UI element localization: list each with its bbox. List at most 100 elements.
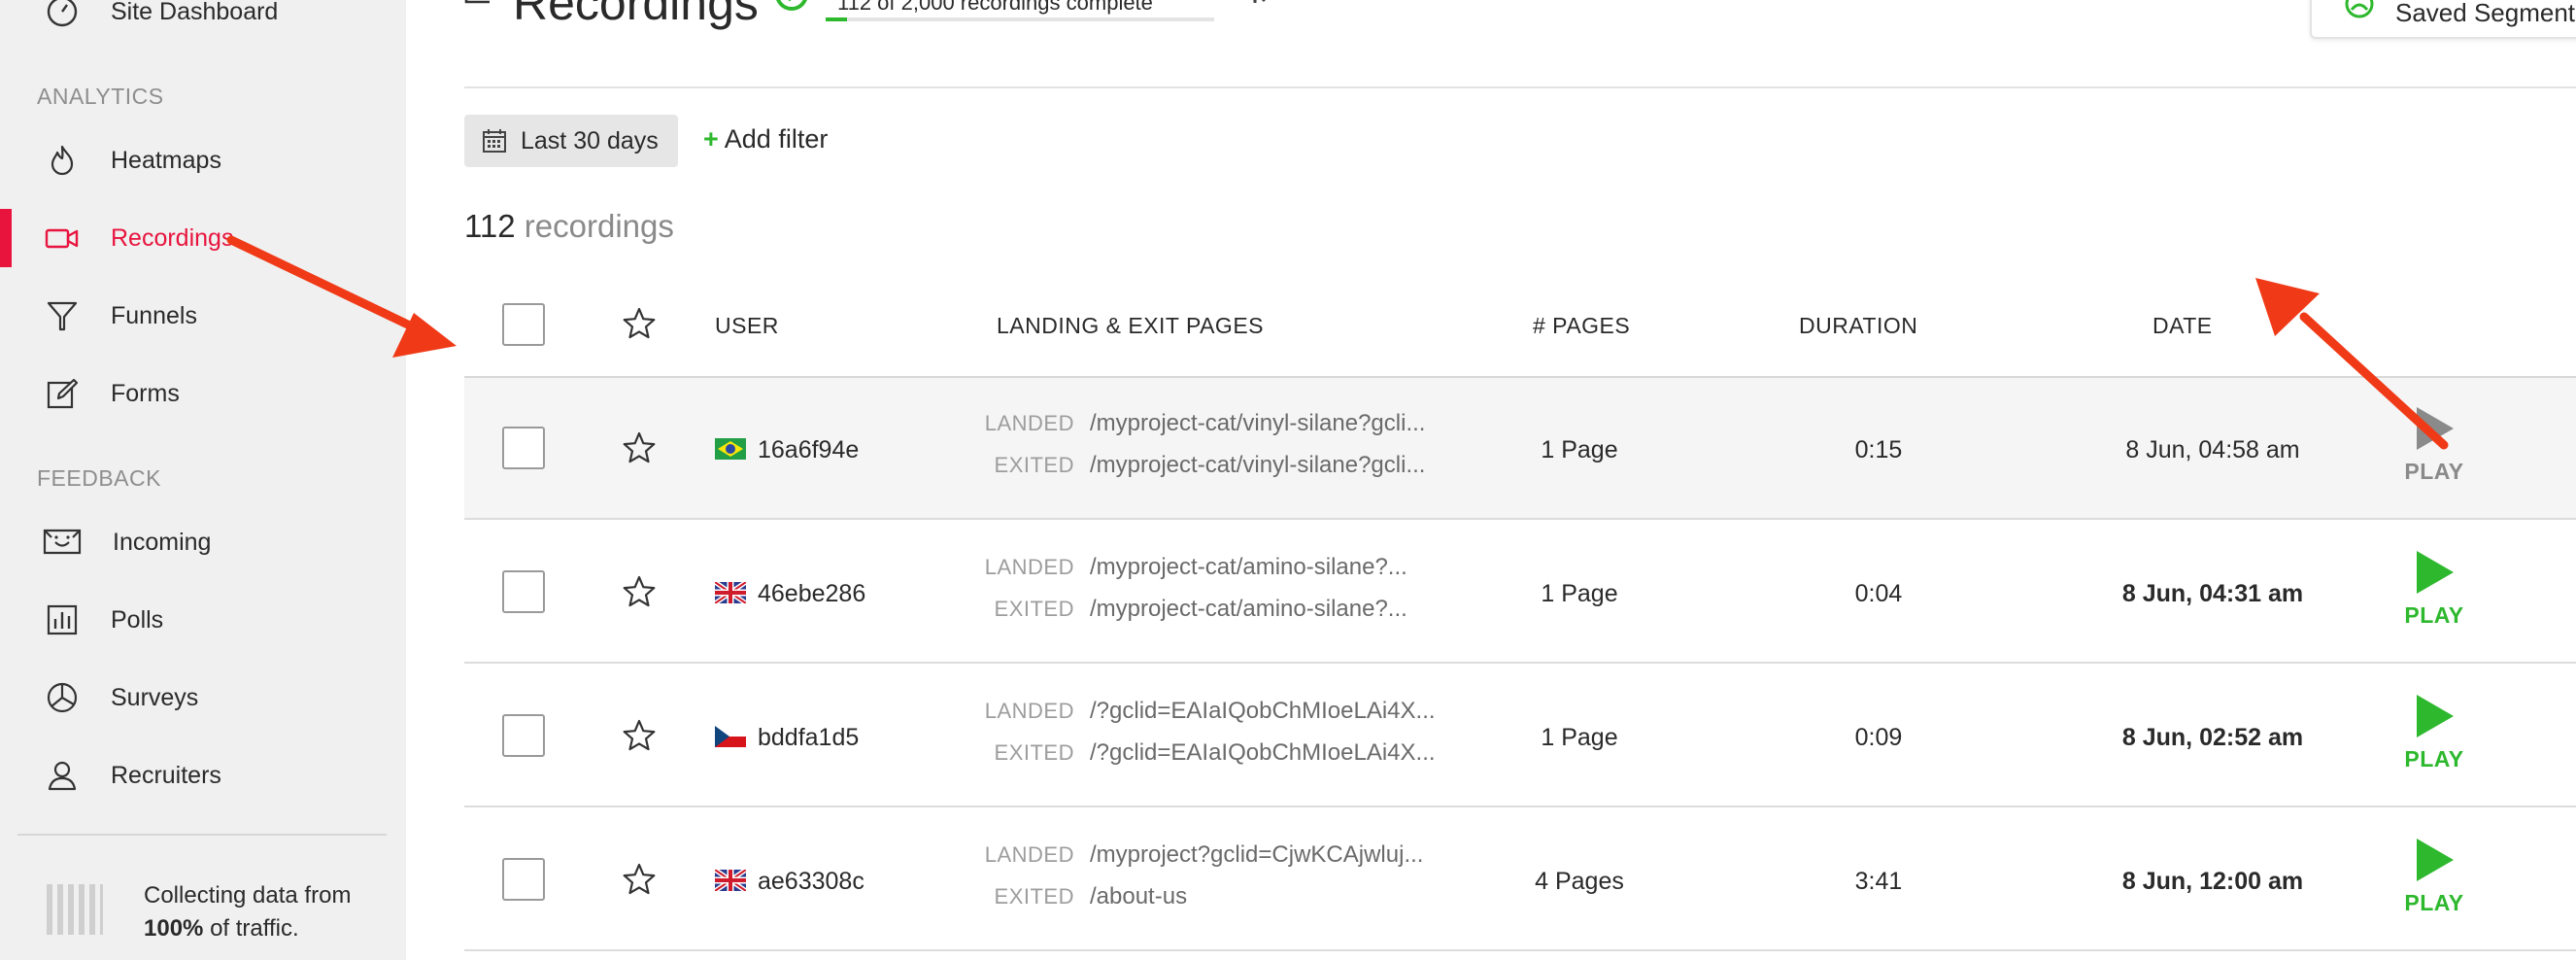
play-icon [2417, 839, 2454, 881]
landing-page-url[interactable]: /?gclid=EAIaIQobChMIoeLAi4X... [1090, 698, 1436, 725]
country-flag-icon [713, 867, 748, 894]
page-count: 1 Page [1541, 436, 1618, 463]
star-filter-icon[interactable] [622, 306, 657, 346]
sidebar-item-surveys[interactable]: Surveys [0, 669, 406, 727]
row-divider [464, 662, 2576, 664]
progress-fill [826, 17, 848, 21]
star-icon[interactable] [622, 430, 657, 470]
date-range-button[interactable]: Last 30 days [464, 115, 678, 167]
play-button[interactable]: PLAY [2395, 837, 2473, 916]
play-button[interactable]: PLAY [2395, 405, 2473, 485]
funnel-icon [43, 296, 82, 335]
landing-page-url[interactable]: /myproject-cat/vinyl-silane?gcli... [1090, 410, 1425, 437]
play-label: PLAY [2404, 602, 2464, 628]
sidebar-item-label: Polls [111, 605, 164, 634]
gear-icon[interactable] [1236, 0, 1274, 24]
sidebar-item-funnels[interactable]: Funnels [0, 287, 406, 345]
user-id: bddfa1d5 [758, 724, 860, 751]
column-header-user[interactable]: USER [715, 313, 779, 339]
recordings-count: 112 recordings [464, 208, 674, 245]
country-flag-icon [715, 726, 746, 747]
select-all-checkbox[interactable] [502, 303, 545, 346]
calendar-icon [482, 128, 507, 158]
column-header-page-count[interactable]: # PAGES [1533, 313, 1630, 339]
sidebar-item-heatmaps[interactable]: Heatmaps [0, 131, 406, 189]
column-header-duration[interactable]: DURATION [1799, 313, 1917, 339]
row-checkbox[interactable] [502, 570, 545, 613]
row-divider [464, 518, 2576, 520]
exit-page-url[interactable]: /?gclid=EAIaIQobChMIoeLAi4X... [1090, 739, 1436, 767]
row-checkbox[interactable] [502, 714, 545, 757]
star-icon[interactable] [622, 718, 657, 758]
country-flag-icon [713, 579, 748, 606]
saved-segments-label: Saved Segments [2395, 0, 2576, 27]
recording-date: 8 Jun, 04:58 am [2125, 436, 2300, 463]
landing-page-url[interactable]: /myproject-cat/amino-silane?... [1090, 554, 1407, 581]
section-title-feedback: FEEDBACK [37, 465, 161, 491]
duration: 0:15 [1854, 436, 1903, 463]
play-label: PLAY [2404, 890, 2464, 915]
row-divider [464, 949, 2576, 951]
exited-label: EXITED [994, 740, 1074, 765]
sidebar-item-label: Site Dashboard [111, 0, 279, 25]
landed-label: LANDED [984, 699, 1074, 723]
sidebar-item-label: Heatmaps [111, 146, 221, 174]
play-button[interactable]: PLAY [2395, 549, 2473, 629]
sidebar-item-label: Forms [111, 379, 180, 407]
bar-chart-icon [43, 600, 82, 639]
dashboard-icon [43, 0, 82, 31]
section-title-analytics: ANALYTICS [37, 84, 164, 109]
star-icon[interactable] [622, 862, 657, 902]
pie-chart-icon [43, 678, 82, 717]
recordings-progress-bar [826, 17, 1214, 21]
landed-label: LANDED [984, 842, 1074, 867]
header-divider [464, 86, 2576, 88]
exited-label: EXITED [994, 453, 1074, 477]
recording-date: 8 Jun, 04:31 am [2121, 580, 2304, 607]
sidebar-item-site-dashboard[interactable]: Site Dashboard [0, 0, 406, 41]
sidebar-item-label: Recordings [111, 223, 234, 252]
sidebar-item-recordings[interactable]: Recordings [0, 209, 406, 267]
landed-label: LANDED [984, 555, 1074, 579]
play-label: PLAY [2404, 746, 2464, 771]
collecting-data-text: Collecting data from 100% of traffic. [144, 882, 352, 942]
landing-page-url[interactable]: /myproject?gclid=CjwKCAjwluj... [1090, 841, 1423, 869]
segment-icon [2343, 0, 2376, 28]
row-checkbox[interactable] [502, 858, 545, 901]
exited-label: EXITED [994, 884, 1074, 909]
row-divider [464, 806, 2576, 807]
exit-page-url[interactable]: /about-us [1090, 883, 1187, 910]
table-row[interactable]: 16a6f94e LANDED/myproject-cat/vinyl-silan… [464, 378, 2576, 520]
star-icon[interactable] [622, 574, 657, 614]
sidebar-item-forms[interactable]: Forms [0, 364, 406, 423]
sidebar: Site Dashboard ANALYTICS Heatmaps Record… [0, 0, 406, 960]
table-row[interactable]: bddfa1d5 LANDED /?gclid=EAIaIQobChMIoeLAi4… [464, 666, 2576, 807]
row-checkbox[interactable] [502, 427, 545, 469]
add-filter-button[interactable]: + Add filter [703, 124, 828, 154]
user-id: 46ebe286 [758, 580, 866, 607]
play-button[interactable]: PLAY [2395, 693, 2473, 772]
exited-label: EXITED [994, 597, 1074, 621]
recordings-count-number: 112 [464, 208, 516, 244]
play-icon [2417, 407, 2454, 450]
exit-page-url[interactable]: /myproject-cat/amino-silane?... [1090, 596, 1407, 623]
recording-date: 8 Jun, 02:52 am [2121, 724, 2304, 751]
table-row[interactable]: 46ebe286 LANDED/myproject-cat/amino-silan… [464, 522, 2576, 664]
recordings-count-label: recordings [524, 208, 674, 244]
add-filter-label: Add filter [724, 124, 829, 154]
exit-page-url[interactable]: /myproject-cat/vinyl-silane?gcli... [1090, 452, 1425, 479]
column-header-pages[interactable]: LANDING & EXIT PAGES [997, 313, 1264, 339]
saved-segments-button[interactable]: Saved Segments [2310, 0, 2576, 39]
column-header-date[interactable]: DATE [2152, 313, 2213, 339]
user-id: ae63308c [758, 868, 864, 895]
recording-date: 8 Jun, 12:00 am [2121, 868, 2304, 895]
table-row[interactable]: ae63308c LANDED/myproject?gclid=CjwKCAjwl… [464, 809, 2576, 951]
sidebar-item-polls[interactable]: Polls [0, 591, 406, 649]
play-label: PLAY [2404, 459, 2464, 484]
country-flag-icon [715, 438, 746, 460]
user-id: 16a6f94e [758, 436, 860, 463]
sidebar-item-label: Surveys [111, 683, 199, 711]
sidebar-item-incoming[interactable]: Incoming [0, 513, 406, 571]
sidebar-item-recruiters[interactable]: Recruiters [0, 746, 406, 805]
duration: 0:04 [1854, 580, 1903, 607]
